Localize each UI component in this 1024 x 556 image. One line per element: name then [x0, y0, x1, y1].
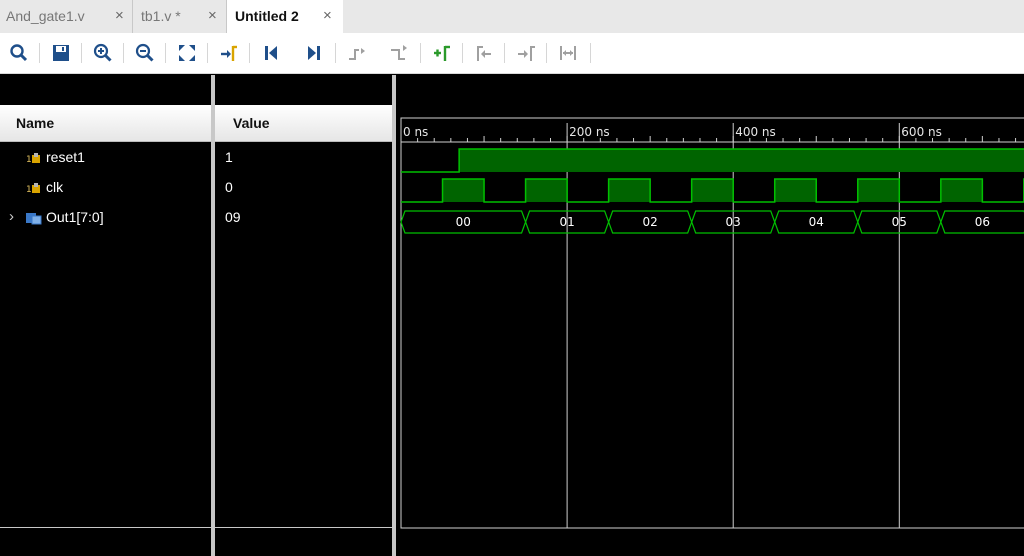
bus-value-label: 03	[726, 215, 741, 229]
bit-signal-icon: 1	[26, 183, 40, 195]
name-column-header[interactable]: Name	[0, 105, 211, 142]
zoom-in-icon[interactable]	[92, 42, 114, 64]
clk-high-fill	[525, 179, 568, 202]
signal-name: Out1[7:0]	[46, 209, 104, 225]
signal-name: reset1	[46, 149, 85, 165]
bus-value-label: 02	[643, 215, 658, 229]
signal-value-out1: 09	[225, 209, 241, 225]
bus-value-label: 00	[456, 215, 471, 229]
bus-value-label: 05	[892, 215, 907, 229]
add-marker-icon[interactable]	[431, 42, 453, 64]
go-to-cursor-icon[interactable]	[218, 42, 240, 64]
signal-row-reset1[interactable]: 1 reset1	[0, 146, 211, 170]
clk-high-fill	[774, 179, 817, 202]
go-to-end-icon[interactable]	[303, 42, 325, 64]
tab-label: Untitled 2	[235, 8, 299, 24]
pane-footer-border	[215, 527, 392, 528]
waveform-canvas[interactable]: 0 ns 200 ns 400 ns 600 ns 00 01 02 03 04 05 06	[396, 75, 1024, 556]
signal-name-pane: Name 1 reset1 1 clk › Out1[7:0]	[0, 75, 211, 556]
waveform-viewer[interactable]: 0 ns 200 ns 400 ns 600 ns 00 01 02 03 04 05 06	[396, 75, 1024, 556]
time-label: 200 ns	[569, 125, 610, 139]
zoom-fit-icon[interactable]	[176, 42, 198, 64]
reset1-high-fill	[459, 149, 1024, 172]
tab-bar: And_gate1.v × tb1.v * × Untitled 2 ×	[0, 0, 1024, 33]
pane-footer-border	[0, 527, 211, 528]
close-icon[interactable]: ×	[115, 0, 124, 32]
signal-name: clk	[46, 179, 64, 195]
search-icon[interactable]	[8, 42, 30, 64]
time-label: 0 ns	[403, 125, 428, 139]
bus-value-label: 01	[559, 215, 574, 229]
clk-high-fill	[691, 179, 734, 202]
clk-high-fill	[940, 179, 983, 202]
svg-text:1: 1	[26, 185, 32, 195]
bus-value-label: 06	[975, 215, 990, 229]
value-column-header[interactable]: Value	[215, 105, 392, 142]
clk-high-fill	[857, 179, 900, 202]
time-label: 600 ns	[901, 125, 942, 139]
clk-high-fill	[442, 179, 485, 202]
tab-label: tb1.v *	[141, 8, 181, 24]
previous-transition-icon[interactable]	[346, 42, 368, 64]
swap-cursors-icon[interactable]	[557, 42, 579, 64]
signal-value-clk: 0	[225, 179, 233, 195]
tab-and-gate1[interactable]: And_gate1.v ×	[0, 0, 133, 33]
bus-signal-icon	[26, 213, 42, 225]
previous-marker-icon[interactable]	[473, 42, 495, 64]
zoom-out-icon[interactable]	[134, 42, 156, 64]
save-icon[interactable]	[50, 42, 72, 64]
time-label: 400 ns	[735, 125, 776, 139]
expand-chevron-icon[interactable]: ›	[9, 208, 14, 225]
waveform-toolbar	[0, 33, 1024, 74]
signal-value-pane: Value 1 0 09	[215, 75, 392, 556]
tab-untitled-2[interactable]: Untitled 2 ×	[227, 0, 343, 33]
close-icon[interactable]: ×	[208, 0, 217, 32]
bus-value-label: 04	[809, 215, 824, 229]
signal-row-clk[interactable]: 1 clk	[0, 176, 211, 200]
go-to-start-icon[interactable]	[260, 42, 282, 64]
signal-value-reset1: 1	[225, 149, 233, 165]
signal-row-out1[interactable]: › Out1[7:0]	[0, 206, 211, 230]
clk-high-fill	[608, 179, 651, 202]
bit-signal-icon: 1	[26, 153, 40, 165]
svg-text:1: 1	[26, 155, 32, 165]
tab-label: And_gate1.v	[6, 8, 85, 24]
close-icon[interactable]: ×	[323, 0, 332, 32]
next-transition-icon[interactable]	[388, 42, 410, 64]
next-marker-icon[interactable]	[515, 42, 537, 64]
tab-tb1[interactable]: tb1.v * ×	[133, 0, 227, 33]
